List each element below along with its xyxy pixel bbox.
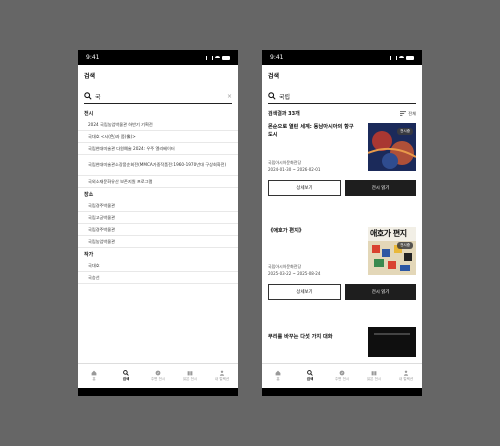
tab-home[interactable]: 홈 bbox=[78, 364, 110, 388]
tab-bar: 홈 검색 주변 전시 읽은 전시 내 컬렉션 bbox=[78, 363, 238, 388]
exhibition-card[interactable]: 《애호가 편지》 국립아시아문화전당 2025-03-22 ~ 2025-08-… bbox=[262, 224, 422, 328]
sort-filter[interactable]: 전체 bbox=[400, 111, 416, 117]
tab-collection[interactable]: 내 컬렉션 bbox=[390, 364, 422, 388]
status-bar: 9:41 bbox=[78, 50, 238, 65]
list-item[interactable]: 2024 국립농업박물관 하반기 기획전 bbox=[78, 119, 238, 131]
tab-label: 내 컬렉션 bbox=[398, 377, 414, 382]
person-icon bbox=[219, 370, 225, 376]
card-venue: 국립아시아문화전당 bbox=[268, 160, 302, 165]
section-label-exhibition: 전시 bbox=[84, 111, 94, 117]
section-label-place: 장소 bbox=[84, 192, 94, 198]
tab-bar: 홈 검색 주변 전시 읽은 전시 내 컬렉션 bbox=[262, 363, 422, 388]
card-actions: 상세보기 전시 읽기 bbox=[268, 180, 416, 196]
home-indicator-area bbox=[78, 388, 238, 396]
wifi-icon bbox=[399, 55, 404, 60]
search-icon bbox=[268, 92, 276, 100]
wifi-icon bbox=[215, 55, 220, 60]
home-indicator-area bbox=[262, 388, 422, 396]
tab-search[interactable]: 검색 bbox=[110, 364, 142, 388]
page-title: 검색 bbox=[84, 72, 96, 80]
compass-icon bbox=[155, 370, 161, 376]
tab-label: 읽은 전시 bbox=[366, 377, 382, 382]
list-item[interactable]: 국대호 bbox=[78, 260, 238, 272]
poster-image bbox=[368, 327, 416, 357]
list-item[interactable]: 국립경주박물관 bbox=[78, 224, 238, 236]
read-exhibition-button[interactable]: 전시 읽기 bbox=[345, 284, 416, 300]
home-icon bbox=[91, 370, 97, 376]
search-icon bbox=[307, 369, 313, 376]
poster-image: 전시중 bbox=[368, 123, 416, 171]
list-item[interactable]: 국립현대미술관소장품순회전(MMCA가중작품전:1960-1970년대 구상회화… bbox=[78, 155, 238, 176]
status-icons bbox=[206, 55, 230, 60]
poster-text: 애호가 편지 bbox=[370, 229, 407, 238]
card-title: 《애호가 편지》 bbox=[268, 228, 305, 234]
tab-label: 주변 전시 bbox=[334, 377, 350, 382]
home-icon bbox=[275, 370, 281, 376]
compass-icon bbox=[339, 370, 345, 376]
read-exhibition-button[interactable]: 전시 읽기 bbox=[345, 180, 416, 196]
search-icon bbox=[123, 369, 129, 376]
list-item[interactable]: 국립농업박물관 bbox=[78, 236, 238, 248]
list-item[interactable]: 국외소재문화유산 보존지원 프로그램 bbox=[78, 176, 238, 188]
tab-label: 홈 bbox=[92, 377, 96, 382]
detail-button[interactable]: 상세보기 bbox=[268, 284, 341, 300]
tab-label: 검색 bbox=[122, 377, 130, 382]
tab-read[interactable]: 읽은 전시 bbox=[174, 364, 206, 388]
card-title: 몬순으로 열린 세계: 동남아시아의 항구도시 bbox=[268, 124, 354, 138]
search-results-screen: 9:41 검색 국립 검색결과 33개 전체 몬순으로 열린 세계: 동남아시아… bbox=[262, 50, 422, 396]
exhibition-card[interactable]: 몬순으로 열린 세계: 동남아시아의 항구도시 국립아시아문화전당 2024-0… bbox=[262, 120, 422, 224]
card-dates: 2024-01-30 ~ 2026-02-01 bbox=[268, 167, 321, 172]
battery-icon bbox=[222, 55, 230, 60]
poster-image: 애호가 편지 전시중 bbox=[368, 227, 416, 275]
result-count: 검색결과 33개 bbox=[268, 111, 300, 117]
tab-read[interactable]: 읽은 전시 bbox=[358, 364, 390, 388]
status-time: 9:41 bbox=[270, 54, 284, 61]
status-badge: 전시중 bbox=[397, 242, 413, 249]
tab-label: 주변 전시 bbox=[150, 377, 166, 382]
book-icon bbox=[371, 370, 377, 376]
signal-icon bbox=[390, 55, 397, 60]
card-actions: 상세보기 전시 읽기 bbox=[268, 284, 416, 300]
tab-search[interactable]: 검색 bbox=[294, 364, 326, 388]
search-suggest-screen: 9:41 검색 국 × 전시 2024 국립농업박물관 하반기 기획전 국대호 … bbox=[78, 50, 238, 396]
person-icon bbox=[403, 370, 409, 376]
poster-art bbox=[368, 327, 416, 357]
list-item[interactable]: 국대호 <시(色)과 쯤(像)> bbox=[78, 131, 238, 143]
detail-button[interactable]: 상세보기 bbox=[268, 180, 341, 196]
tab-home[interactable]: 홈 bbox=[262, 364, 294, 388]
list-item[interactable]: 국승선 bbox=[78, 272, 238, 284]
close-icon[interactable]: × bbox=[227, 93, 232, 100]
tab-nearby[interactable]: 주변 전시 bbox=[142, 364, 174, 388]
list-item[interactable]: 국립현대미술관 다원예술 2024: 우주 엘리베이터 bbox=[78, 143, 238, 155]
status-badge: 전시중 bbox=[397, 128, 413, 135]
sort-label: 전체 bbox=[408, 110, 416, 116]
search-input[interactable]: 국 × bbox=[84, 89, 232, 104]
status-bar: 9:41 bbox=[262, 50, 422, 65]
signal-icon bbox=[206, 55, 213, 60]
tab-label: 읽은 전시 bbox=[182, 377, 198, 382]
sort-icon bbox=[400, 111, 407, 116]
search-icon bbox=[84, 92, 92, 100]
book-icon bbox=[187, 370, 193, 376]
tab-collection[interactable]: 내 컬렉션 bbox=[206, 364, 238, 388]
tab-label: 홈 bbox=[276, 377, 280, 382]
status-time: 9:41 bbox=[86, 54, 100, 61]
card-venue: 국립아시아문화전당 bbox=[268, 264, 302, 269]
battery-icon bbox=[406, 55, 414, 60]
result-header: 검색결과 33개 전체 bbox=[262, 107, 422, 120]
search-query[interactable]: 국 bbox=[95, 92, 227, 101]
page-title: 검색 bbox=[268, 72, 280, 80]
card-title[interactable]: 무리를 바꾸는 다섯 가지 대화 bbox=[268, 333, 333, 340]
tab-label: 내 컬렉션 bbox=[214, 377, 230, 382]
tab-nearby[interactable]: 주변 전시 bbox=[326, 364, 358, 388]
tab-label: 검색 bbox=[306, 377, 314, 382]
search-query[interactable]: 국립 bbox=[279, 92, 416, 101]
list-item[interactable]: 국립경주박물관 bbox=[78, 200, 238, 212]
card-dates: 2025-03-22 ~ 2025-08-24 bbox=[268, 271, 321, 276]
section-label-artist: 작가 bbox=[84, 252, 94, 258]
status-icons bbox=[390, 55, 414, 60]
search-input[interactable]: 국립 bbox=[268, 89, 416, 104]
list-item[interactable]: 국립고궁박물관 bbox=[78, 212, 238, 224]
